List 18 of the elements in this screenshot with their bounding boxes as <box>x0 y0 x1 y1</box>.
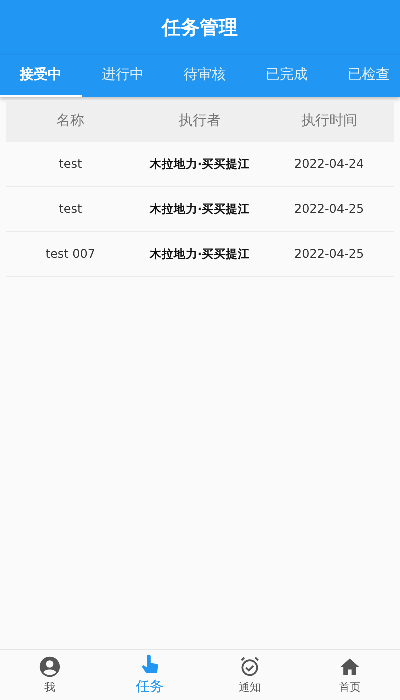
page-title: 任务管理 <box>162 16 238 40</box>
nav-item[interactable]: 我 <box>0 650 100 700</box>
table-cell-text: 2022-04-24 <box>293 157 366 171</box>
alarm-clock-icon <box>239 656 261 678</box>
table-cell-text: test <box>58 157 84 171</box>
column-header: 执行时间 <box>300 112 358 130</box>
table-cell-text: 2022-04-25 <box>293 202 366 216</box>
table-cell-text: test 007 <box>44 247 97 261</box>
nav-item[interactable]: 通知 <box>200 650 300 700</box>
table-cell-text: 木拉地力·买买提江 <box>148 246 252 262</box>
table-cell-text: 木拉地力·买买提江 <box>148 202 252 216</box>
nav-item[interactable]: 首页 <box>300 650 400 700</box>
user-icon <box>39 656 61 678</box>
column-header: 执行者 <box>178 112 222 130</box>
column-header: 名称 <box>56 112 86 130</box>
table-cell-text: test <box>58 202 84 216</box>
table-cell-text: 2022-04-25 <box>293 247 366 261</box>
table-cell-text: 木拉地力·买买提江 <box>148 156 252 172</box>
